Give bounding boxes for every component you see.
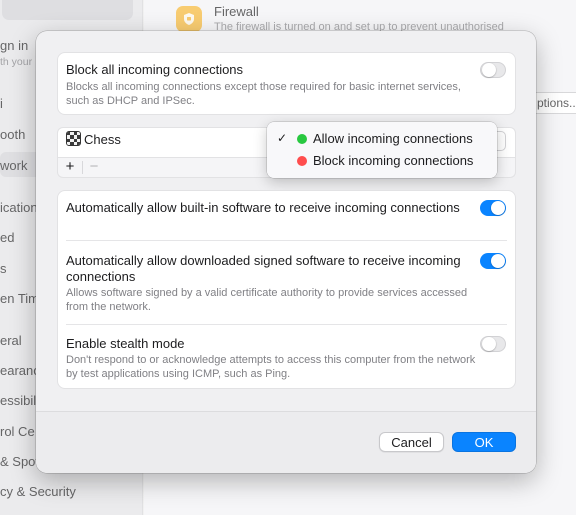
app-name-chess[interactable]: Chess xyxy=(84,132,121,148)
auto-builtin-label: Automatically allow built-in software to… xyxy=(66,200,460,215)
menu-item-allow[interactable]: ✓ Allow incoming connections xyxy=(271,128,493,150)
connection-menu: ✓ Allow incoming connections Block incom… xyxy=(267,122,497,178)
auto-builtin-toggle[interactable] xyxy=(480,200,506,216)
toggle-knob xyxy=(491,201,505,215)
stealth-description: Don't respond to or acknowledge attempts… xyxy=(66,354,476,380)
auto-signed-description: Allows software signed by a valid certif… xyxy=(66,287,468,313)
menu-item-block[interactable]: Block incoming connections xyxy=(271,150,493,172)
menu-item-label: Allow incoming connections xyxy=(313,131,473,146)
chess-board-icon xyxy=(66,131,81,146)
auto-signed-label: Automatically allow downloaded signed so… xyxy=(66,253,461,284)
menu-item-label: Block incoming connections xyxy=(313,153,474,168)
toggle-knob xyxy=(482,63,496,77)
cancel-button[interactable]: Cancel xyxy=(379,432,444,452)
block-all-label: Block all incoming connections xyxy=(66,62,244,77)
stealth-toggle[interactable] xyxy=(480,336,506,352)
toggle-knob xyxy=(491,254,505,268)
add-app-button[interactable]: + xyxy=(59,158,81,177)
block-all-description: Blocks all incoming connections except t… xyxy=(66,81,461,107)
stealth-label: Enable stealth mode xyxy=(66,336,185,351)
row-divider xyxy=(66,324,507,325)
red-status-dot-icon xyxy=(297,156,307,166)
block-all-toggle[interactable] xyxy=(480,62,506,78)
remove-app-button[interactable]: − xyxy=(83,158,105,177)
checkmark-icon: ✓ xyxy=(277,131,288,145)
toggle-knob xyxy=(482,337,496,351)
row-divider xyxy=(66,240,507,241)
green-status-dot-icon xyxy=(297,134,307,144)
ok-button[interactable]: OK xyxy=(452,432,516,452)
auto-signed-toggle[interactable] xyxy=(480,253,506,269)
